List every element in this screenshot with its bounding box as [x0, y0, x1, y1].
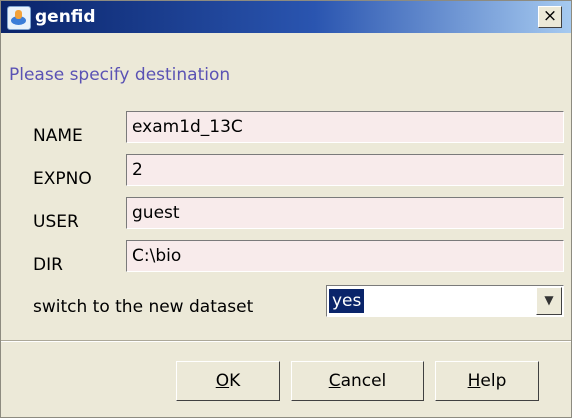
help-mnemonic: H [467, 371, 481, 391]
close-button[interactable]: × [538, 6, 562, 28]
cancel-mnemonic: C [328, 371, 341, 391]
ok-button[interactable]: OK [176, 361, 280, 401]
prompt-text: Please specify destination [9, 65, 231, 85]
dir-label: DIR [33, 255, 63, 275]
title-bar[interactable]: genfid × [1, 1, 571, 33]
switch-dataset-label: switch to the new dataset [33, 297, 254, 317]
dir-field[interactable]: C:\bio [126, 240, 564, 272]
dropdown-button[interactable]: ▼ [536, 287, 562, 315]
app-icon [7, 6, 31, 30]
name-field[interactable]: exam1d_13C [126, 111, 564, 143]
chevron-down-icon: ▼ [544, 293, 554, 307]
close-icon: × [542, 6, 558, 26]
expno-field[interactable]: 2 [126, 154, 564, 186]
switch-dataset-select[interactable]: yes ▼ [326, 285, 564, 317]
name-label: NAME [33, 126, 83, 146]
help-label: elp [480, 371, 507, 391]
user-field[interactable]: guest [126, 197, 564, 229]
cancel-label: ancel [340, 371, 387, 391]
divider [1, 340, 571, 342]
ok-label: K [229, 371, 241, 391]
ok-mnemonic: O [215, 371, 230, 391]
cancel-button[interactable]: Cancel [291, 361, 424, 401]
window-title: genfid [35, 7, 96, 27]
help-button[interactable]: Help [435, 361, 539, 401]
user-label: USER [33, 212, 79, 232]
genfid-dialog: genfid × Please specify destination NAME… [0, 0, 572, 418]
switch-dataset-value: yes [329, 289, 365, 313]
expno-label: EXPNO [33, 169, 92, 189]
